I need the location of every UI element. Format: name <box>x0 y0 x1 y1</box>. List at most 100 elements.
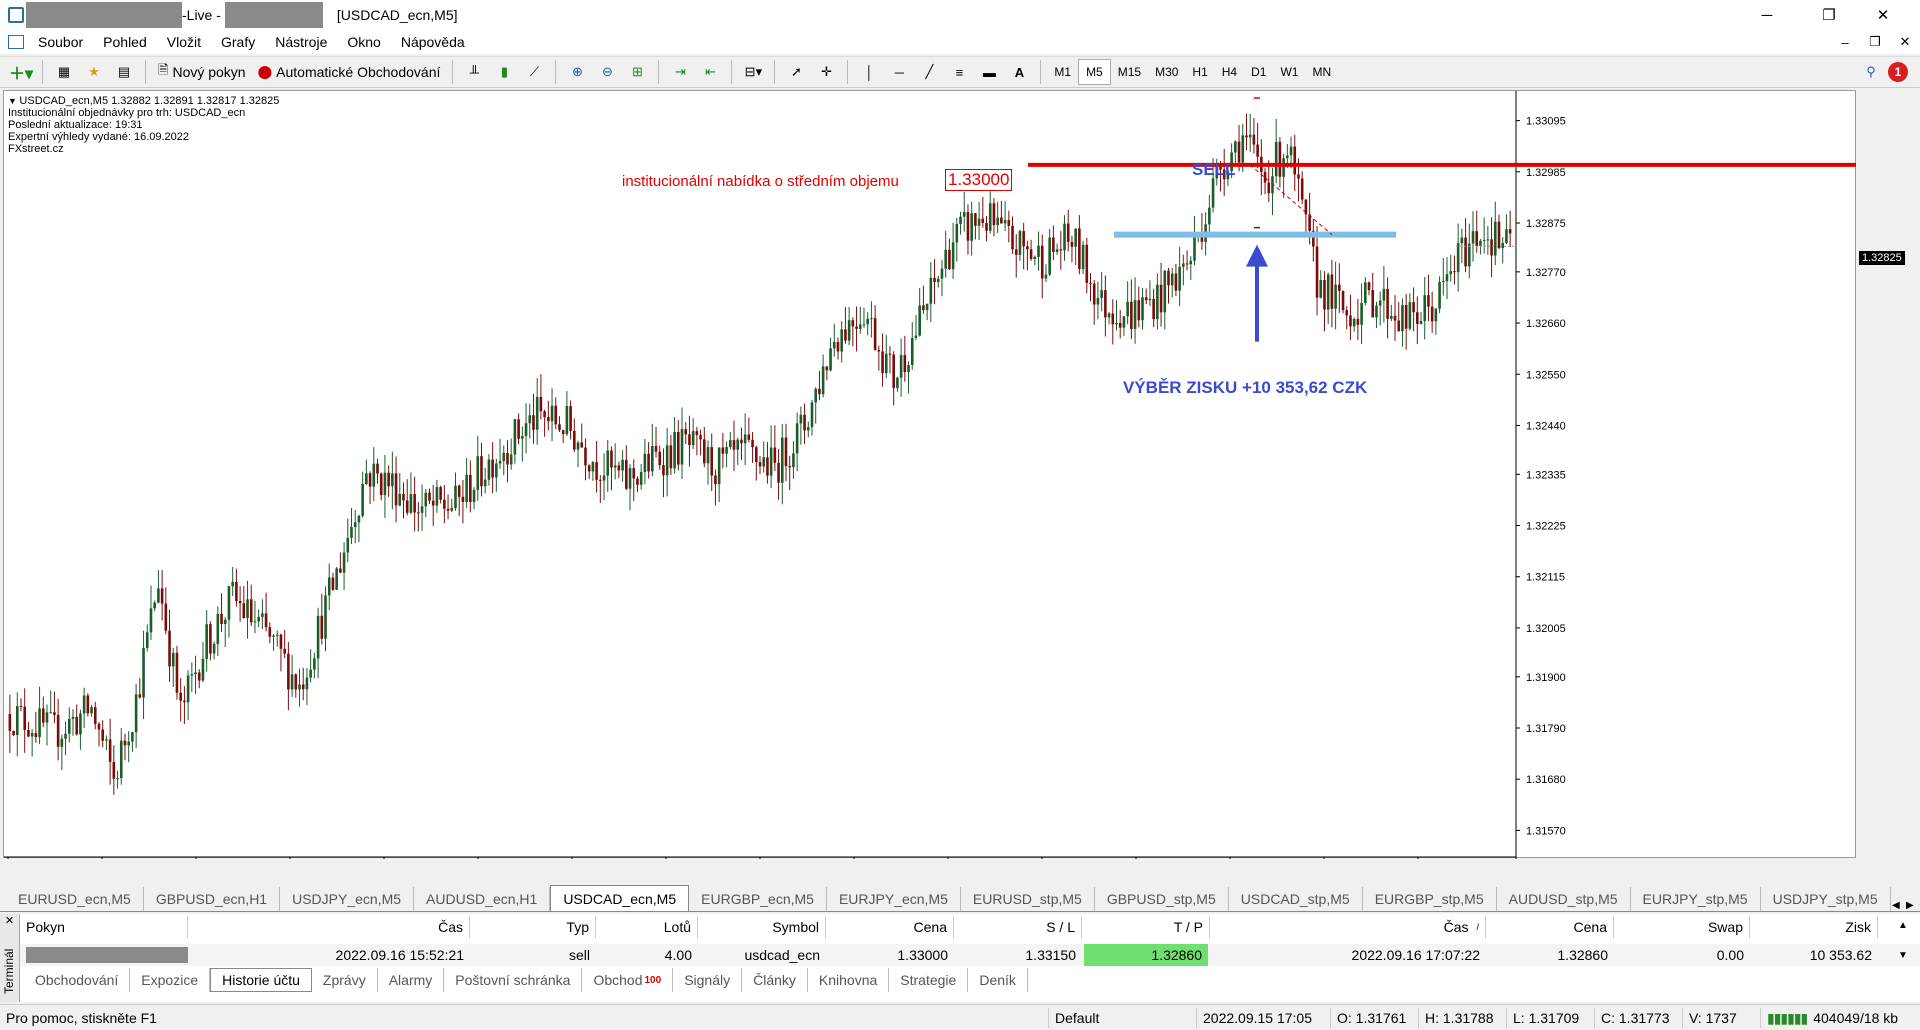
tab-signals[interactable]: Signály <box>673 968 743 992</box>
tab-usdcad-ecn-m5[interactable]: USDCAD_ecn,M5 <box>550 885 690 911</box>
tab-trade[interactable]: Obchodování <box>24 968 131 992</box>
tab-gbpusd-ecn-h1[interactable]: GBPUSD_ecn,H1 <box>144 887 281 911</box>
col-time[interactable]: Čas <box>188 916 470 938</box>
market-watch-icon[interactable]: ▦ <box>51 59 77 85</box>
col-lots[interactable]: Lotů <box>596 916 698 938</box>
tab-usdjpy-ecn-m5[interactable]: USDJPY_ecn,M5 <box>280 887 415 911</box>
restore-button[interactable]: ❐ <box>1806 0 1852 30</box>
tab-eurgbp-ecn-m5[interactable]: EURGBP_ecn,M5 <box>689 887 827 911</box>
tab-eurjpy-stp-m5[interactable]: EURJPY_stp,M5 <box>1631 887 1761 911</box>
tab-usdcad-stp-m5[interactable]: USDCAD_stp,M5 <box>1229 887 1363 911</box>
favorites-icon[interactable]: ★ <box>81 59 107 85</box>
tab-scroll-right-icon[interactable]: ▶ <box>1906 900 1920 911</box>
status-connection[interactable]: ▮▮▮▮▮▮ 404049/18 kb <box>1760 1008 1920 1028</box>
auto-trading-button[interactable]: ⬤ Automatické Obchodování <box>254 59 445 85</box>
candle-body <box>257 616 260 622</box>
search-icon[interactable]: ⚲ <box>1858 59 1884 85</box>
minimize-button[interactable]: ─ <box>1744 0 1790 30</box>
menu-charts[interactable]: Grafy <box>211 34 265 50</box>
line-chart-icon[interactable]: ⟋ <box>521 59 547 85</box>
tab-eurusd-ecn-m5[interactable]: EURUSD_ecn,M5 <box>6 887 144 911</box>
child-minimize-icon[interactable]: – <box>1830 35 1860 50</box>
scroll-down-icon[interactable]: ▼ <box>1898 950 1908 961</box>
tab-exposure[interactable]: Expozice <box>130 968 211 992</box>
crosshair-icon[interactable]: ✛ <box>813 59 839 85</box>
chart-shift-icon[interactable]: ⇤ <box>697 59 723 85</box>
tf-w1[interactable]: W1 <box>1273 59 1305 85</box>
tf-m15[interactable]: M15 <box>1111 59 1148 85</box>
vertical-line-icon[interactable]: │ <box>856 59 882 85</box>
candlestick-icon[interactable]: ▮ <box>491 59 517 85</box>
tab-eurjpy-ecn-m5[interactable]: EURJPY_ecn,M5 <box>827 887 961 911</box>
status-profile[interactable]: Default <box>1048 1008 1194 1028</box>
tab-strategies[interactable]: Strategie <box>889 968 969 992</box>
collapse-arrow-icon[interactable]: ▼ <box>8 96 19 106</box>
price-chart[interactable]: 1.33095 1.32985 1.32875 1.32770 1.32660 1.325… <box>4 91 1857 859</box>
horizontal-line-icon[interactable]: ─ <box>886 59 912 85</box>
tab-news[interactable]: Zprávy <box>312 968 378 992</box>
tab-gbpusd-stp-m5[interactable]: GBPUSD_stp,M5 <box>1095 887 1229 911</box>
col-order[interactable]: Pokyn <box>20 916 188 938</box>
tf-m5[interactable]: M5 <box>1078 59 1111 85</box>
col-close-time[interactable]: Čas / <box>1210 916 1486 938</box>
col-price[interactable]: Cena <box>826 916 954 938</box>
tab-mailbox[interactable]: Poštovní schránka <box>444 968 583 992</box>
close-button[interactable]: ✕ <box>1860 0 1906 30</box>
tf-m1[interactable]: M1 <box>1047 59 1078 85</box>
tab-alerts[interactable]: Alarmy <box>378 968 445 992</box>
indicators-icon[interactable]: ⊟▾ <box>740 59 766 85</box>
menu-file[interactable]: Soubor <box>28 34 93 50</box>
tf-h4[interactable]: H4 <box>1215 59 1244 85</box>
col-tp[interactable]: T / P <box>1082 916 1210 938</box>
tab-scroll-left-icon[interactable]: ◀ <box>1892 900 1906 911</box>
zoom-in-icon[interactable]: ⊕ <box>564 59 590 85</box>
tf-mn[interactable]: MN <box>1305 59 1338 85</box>
trendline-icon[interactable]: ╱ <box>916 59 942 85</box>
tab-library[interactable]: Knihovna <box>808 968 890 992</box>
menu-help[interactable]: Nápověda <box>391 34 475 50</box>
tab-journal[interactable]: Deník <box>968 968 1028 992</box>
col-swap[interactable]: Swap <box>1614 916 1750 938</box>
menu-view[interactable]: Pohled <box>93 34 157 50</box>
menu-tools[interactable]: Nástroje <box>265 34 337 50</box>
text-tool-icon[interactable]: A <box>1006 59 1032 85</box>
candle-body <box>435 487 439 506</box>
tab-market[interactable]: Obchod 100 <box>582 968 674 992</box>
tab-audusd-ecn-h1[interactable]: AUDUSD_ecn,H1 <box>414 887 551 911</box>
bar-chart-icon[interactable]: ╨ <box>461 59 487 85</box>
candle-body <box>732 440 736 450</box>
terminal-close-icon[interactable]: ✕ <box>0 914 19 927</box>
auto-scroll-icon[interactable]: ⇥ <box>667 59 693 85</box>
tf-d1[interactable]: D1 <box>1244 59 1273 85</box>
tile-windows-icon[interactable]: ⊞ <box>624 59 650 85</box>
tab-articles[interactable]: Články <box>742 968 808 992</box>
navigator-icon[interactable]: ▤ <box>111 59 137 85</box>
chart-window[interactable]: 1.33095 1.32985 1.32875 1.32770 1.32660 1.325… <box>3 90 1905 859</box>
col-close-price[interactable]: Cena <box>1486 916 1614 938</box>
col-type[interactable]: Typ <box>470 916 596 938</box>
tab-eurgbp-stp-m5[interactable]: EURGBP_stp,M5 <box>1363 887 1497 911</box>
tab-account-history[interactable]: Historie účtu <box>210 968 312 992</box>
col-symbol[interactable]: Symbol <box>698 916 826 938</box>
tf-m30[interactable]: M30 <box>1148 59 1185 85</box>
candle-body <box>1326 274 1330 310</box>
new-chart-icon[interactable]: ＋▾ <box>8 59 34 85</box>
col-sl[interactable]: S / L <box>954 916 1082 938</box>
tab-eurusd-stp-m5[interactable]: EURUSD_stp,M5 <box>961 887 1095 911</box>
zoom-out-icon[interactable]: ⊖ <box>594 59 620 85</box>
notification-badge[interactable]: 1 <box>1888 62 1908 82</box>
menu-window[interactable]: Okno <box>337 34 390 50</box>
col-profit[interactable]: Zisk <box>1750 916 1878 938</box>
menu-insert[interactable]: Vložit <box>157 34 211 50</box>
cursor-icon[interactable]: ➚ <box>783 59 809 85</box>
fibonacci-icon[interactable]: ▬ <box>976 59 1002 85</box>
channel-icon[interactable]: ≡ <box>946 59 972 85</box>
tab-usdjpy-stp-m5[interactable]: USDJPY_stp,M5 <box>1761 887 1891 911</box>
new-order-button[interactable]: 🗎 Nový pokyn <box>154 59 250 85</box>
tab-audusd-stp-m5[interactable]: AUDUSD_stp,M5 <box>1497 887 1631 911</box>
child-close-icon[interactable]: ✕ <box>1890 34 1920 50</box>
candle-body <box>818 388 821 395</box>
tf-h1[interactable]: H1 <box>1185 59 1214 85</box>
scroll-up-icon[interactable]: ▲ <box>1898 920 1908 931</box>
child-restore-icon[interactable]: ❐ <box>1860 34 1890 50</box>
